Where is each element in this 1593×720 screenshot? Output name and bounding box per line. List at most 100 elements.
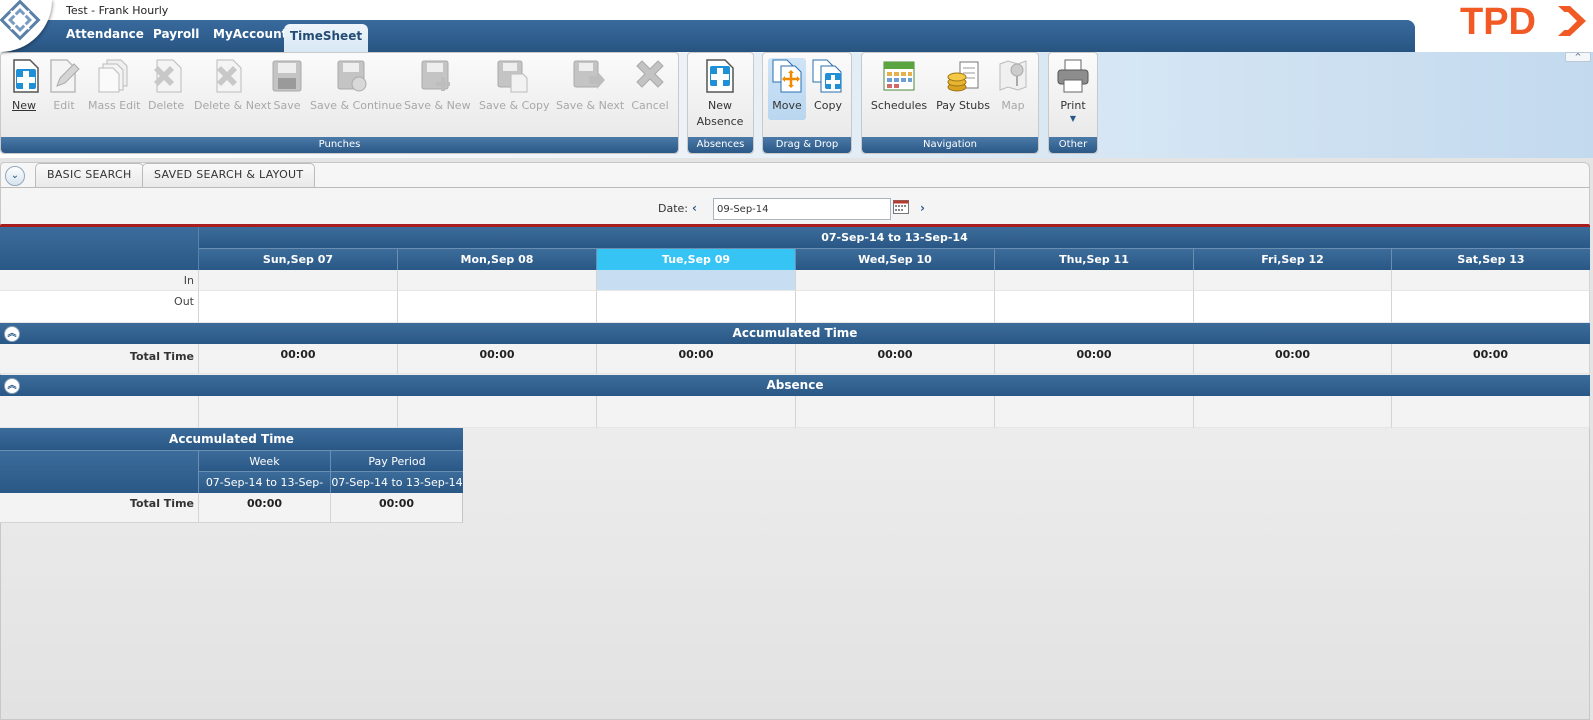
- day-header-selected[interactable]: Tue,Sep 09: [597, 249, 796, 270]
- mass-edit-button[interactable]: Mass Edit: [88, 58, 141, 114]
- summary-total-time-label: Total Time: [129, 497, 194, 510]
- brand-logo: TPD: [1458, 1, 1588, 43]
- schedules-calendar-icon: [883, 61, 915, 91]
- collapse-ribbon-button[interactable]: ^: [1565, 52, 1591, 62]
- copy-icon: [812, 59, 842, 93]
- in-cell[interactable]: [398, 270, 597, 291]
- pay-stubs-button[interactable]: Pay Stubs: [936, 58, 990, 114]
- tab-saved-search-layout[interactable]: SAVED SEARCH & LAYOUT: [142, 163, 316, 188]
- new-absence-icon: [706, 59, 734, 93]
- save-copy-label: Save & Copy: [479, 99, 550, 112]
- date-prev-chevron-icon[interactable]: ‹: [692, 201, 697, 215]
- total-time-cell: 00:00: [796, 344, 995, 374]
- collapse-up-icon[interactable]: ︽: [4, 378, 20, 394]
- absence-bar: Absence: [0, 375, 1590, 396]
- nav-tab-payroll[interactable]: Payroll: [153, 26, 199, 46]
- schedules-button[interactable]: Schedules: [870, 58, 928, 114]
- cancel-x-icon: [636, 60, 664, 88]
- date-input[interactable]: [713, 198, 891, 220]
- new-absence-button[interactable]: New Absence: [693, 58, 747, 130]
- copy-label: Copy: [814, 99, 842, 112]
- out-cell[interactable]: [995, 291, 1194, 323]
- calendar-icon[interactable]: [893, 199, 909, 214]
- out-cell[interactable]: [1392, 291, 1590, 323]
- summary-pay-period-total: 00:00: [331, 493, 463, 523]
- day-header[interactable]: Sat,Sep 13: [1392, 249, 1590, 270]
- nav-tab-myaccount[interactable]: MyAccount: [213, 26, 287, 46]
- grid-corner-header: [0, 227, 199, 270]
- save-copy-button[interactable]: Save & Copy: [479, 58, 550, 114]
- day-header[interactable]: Sun,Sep 07: [199, 249, 398, 270]
- out-cell[interactable]: [1194, 291, 1392, 323]
- out-cell[interactable]: [398, 291, 597, 323]
- tab-divider: [0, 187, 1590, 188]
- date-next-chevron-icon[interactable]: ›: [920, 201, 925, 215]
- user-name: Test - Frank Hourly: [66, 4, 169, 17]
- absence-cell[interactable]: [1392, 396, 1590, 428]
- schedules-label: Schedules: [870, 99, 928, 112]
- edit-button[interactable]: Edit: [46, 58, 82, 114]
- map-button[interactable]: Map: [996, 58, 1030, 114]
- summary-col-pay-period: Pay Period: [331, 450, 463, 471]
- mass-edit-icon: [98, 59, 128, 93]
- mass-edit-label: Mass Edit: [88, 99, 141, 112]
- brand-text: TPD: [1460, 2, 1536, 40]
- new-absence-label-2: Absence: [696, 115, 744, 128]
- delete-button[interactable]: Delete: [148, 58, 184, 114]
- cancel-button[interactable]: Cancel: [630, 58, 670, 114]
- out-cell[interactable]: [796, 291, 995, 323]
- day-header[interactable]: Fri,Sep 12: [1194, 249, 1392, 270]
- tab-basic-search[interactable]: BASIC SEARCH: [35, 163, 144, 188]
- out-cell[interactable]: [597, 291, 796, 323]
- out-cell[interactable]: [199, 291, 398, 323]
- total-time-cell: 00:00: [1392, 344, 1590, 374]
- double-chevron-down-icon: ⌄: [10, 170, 20, 181]
- print-label: Print: [1060, 99, 1086, 112]
- nav-tab-timesheet[interactable]: TimeSheet: [284, 24, 368, 52]
- in-cell[interactable]: [199, 270, 398, 291]
- delete-next-button[interactable]: Delete & Next: [194, 58, 271, 114]
- absence-cell[interactable]: [597, 396, 796, 428]
- edit-label: Edit: [53, 99, 75, 112]
- group-label-drag-drop: Drag & Drop: [763, 137, 851, 153]
- save-continue-icon: [337, 60, 367, 92]
- map-pin-icon: [999, 60, 1027, 91]
- absence-cell[interactable]: [398, 396, 597, 428]
- in-cell[interactable]: [1194, 270, 1392, 291]
- new-label: New: [12, 99, 36, 112]
- day-header[interactable]: Thu,Sep 11: [995, 249, 1194, 270]
- delete-label: Delete: [148, 99, 185, 112]
- save-button[interactable]: Save: [270, 58, 304, 114]
- in-cell[interactable]: [995, 270, 1194, 291]
- day-header[interactable]: Mon,Sep 08: [398, 249, 597, 270]
- day-header[interactable]: Wed,Sep 10: [796, 249, 995, 270]
- save-continue-button[interactable]: Save & Continue: [310, 58, 403, 114]
- new-button[interactable]: New: [8, 58, 40, 114]
- map-label: Map: [1001, 99, 1025, 112]
- absence-cell[interactable]: [199, 396, 398, 428]
- print-button[interactable]: Print ▼: [1055, 58, 1091, 124]
- save-copy-icon: [497, 60, 528, 93]
- cancel-label: Cancel: [631, 99, 669, 112]
- in-cell[interactable]: [1392, 270, 1590, 291]
- edit-pencil-icon: [50, 59, 80, 93]
- save-continue-label: Save & Continue: [310, 99, 403, 112]
- delete-icon: [154, 59, 182, 93]
- save-new-button[interactable]: Save & New: [404, 58, 471, 114]
- nav-tab-attendance[interactable]: Attendance: [66, 26, 144, 46]
- in-cell-selected[interactable]: [597, 270, 796, 291]
- move-button[interactable]: Move: [768, 58, 806, 120]
- collapse-up-icon[interactable]: ︽: [4, 326, 20, 342]
- in-cell[interactable]: [796, 270, 995, 291]
- absence-cell[interactable]: [1194, 396, 1392, 428]
- total-time-cell: 00:00: [398, 344, 597, 374]
- print-dropdown-icon[interactable]: ▼: [1055, 114, 1091, 124]
- save-next-button[interactable]: Save & Next: [556, 58, 624, 114]
- copy-button[interactable]: Copy: [810, 58, 846, 114]
- absence-cell[interactable]: [796, 396, 995, 428]
- summary-week-range: 07-Sep-14 to 13-Sep-14: [199, 471, 331, 511]
- expand-search-button[interactable]: ⌄: [5, 166, 25, 186]
- absence-cell[interactable]: [995, 396, 1194, 428]
- move-icon: [772, 59, 802, 93]
- move-label: Move: [772, 99, 802, 112]
